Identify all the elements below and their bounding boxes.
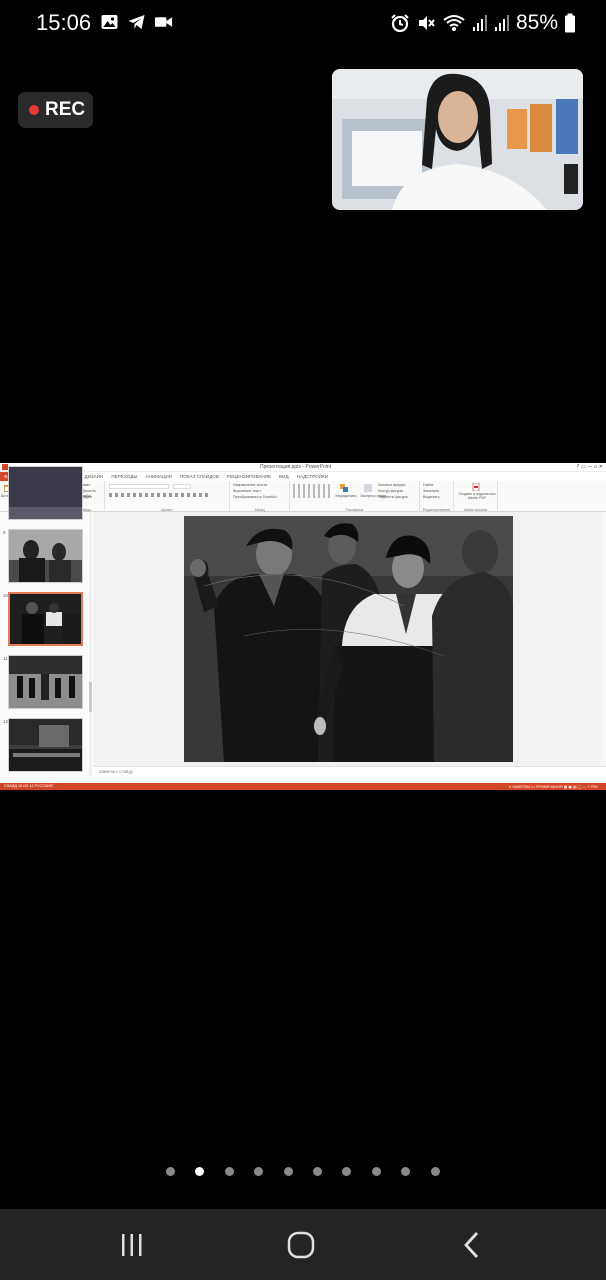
signal-icon [494,15,509,31]
telegram-icon [128,15,145,29]
battery-icon [565,13,575,33]
thumbnail-image [9,467,82,519]
notification-icons [100,13,173,31]
slide-number: 9 [3,530,6,535]
slide-thumbnail[interactable] [8,466,83,520]
video-camera-icon [154,17,173,27]
smartart-button[interactable]: Преобразовать в SmartArt [233,495,277,499]
recording-badge: REC [18,92,93,128]
shared-screen[interactable]: Презентация.pptx - PowerPoint ? ▭ — ▫ ✕ … [0,463,606,790]
powerpoint-titlebar: Презентация.pptx - PowerPoint ? ▭ — ▫ ✕ [0,463,606,472]
shape-effects-button[interactable]: Эффекты фигуры [378,495,408,499]
editor-scrollbar[interactable] [601,512,606,776]
tab-animations[interactable]: АНИМАЦИЯ [141,472,176,481]
ribbon: Вставить Вырезать Копировать Формат по о… [0,481,606,512]
ribbon-tabs: ФАЙЛ ГЛАВНАЯ ВСТАВКА ДИЗАЙН ПЕРЕХОДЫ АНИ… [0,472,606,488]
page-dot[interactable] [313,1167,322,1176]
font-format-buttons[interactable] [109,493,209,497]
alarm-icon [391,14,409,33]
page-dot[interactable] [225,1167,234,1176]
window-controls[interactable]: ? ▭ — ▫ ✕ [577,464,603,470]
back-icon [464,1232,479,1258]
page-dot-active[interactable] [195,1167,204,1176]
slide-photo [184,516,513,762]
thumbnail-image [9,656,82,708]
thumbnail-image [9,719,82,771]
page-dot[interactable] [401,1167,410,1176]
arrange-icon[interactable] [340,484,348,492]
slide-counter: СЛАЙД 10 ИЗ 12 РУССКИЙ [4,784,53,788]
notes-pane[interactable]: Заметки к слайду [93,766,606,776]
page-dot[interactable] [372,1167,381,1176]
powerpoint-statusbar: СЛАЙД 10 ИЗ 12 РУССКИЙ ≡ ЗАМЕТКИ ▭ ПРИМЕ… [0,783,606,790]
recording-label: REC [45,99,86,120]
record-dot-icon [29,105,39,115]
recents-icon [122,1234,142,1256]
acrobat-group: Создать и поделиться Adobe PDF Adobe Acr… [454,481,498,512]
align-text-button[interactable]: Выровнять текст [233,489,261,493]
drawing-group: Упорядочить Экспресс-стили Заливка фигур… [290,481,420,512]
status-right: 85% [390,11,576,35]
page-dot[interactable] [166,1167,175,1176]
page-dot[interactable] [284,1167,293,1176]
paragraph-group: Направление текста Выровнять текст Преоб… [230,481,290,512]
gallery-icon [101,15,118,29]
tab-view[interactable]: ВИД [275,472,292,481]
tab-transitions[interactable]: ПЕРЕХОДЫ [107,472,141,481]
tab-design[interactable]: ДИЗАЙН [80,472,107,481]
home-button[interactable] [281,1229,321,1261]
create-pdf-button[interactable]: Создать и поделиться Adobe PDF [456,492,498,500]
slide-thumbnail-selected[interactable] [8,592,83,646]
replace-button[interactable]: Заменить [423,489,439,493]
tab-slideshow[interactable]: ПОКАЗ СЛАЙДОВ [176,472,223,481]
signal-icon [472,15,487,31]
arrange-button[interactable]: Упорядочить [335,494,356,498]
page-dot[interactable] [254,1167,263,1176]
status-bar: 15:06 85% [0,0,606,46]
wifi-icon [443,15,465,31]
font-size-box[interactable] [173,484,191,489]
scrollbar-thumb[interactable] [89,682,92,712]
camera-feed-image [332,69,583,210]
text-direction-button[interactable]: Направление текста [233,483,267,487]
slide-thumbnail[interactable] [8,529,83,583]
editing-group: Найти Заменить Выделить Редактирование [420,481,454,512]
slide-thumbnail-pane: 9 10 11 12 [0,466,92,776]
shape-fill-button[interactable]: Заливка фигуры [378,483,405,487]
thumbnail-image [10,594,81,644]
window-title: Презентация.pptx - PowerPoint [260,464,332,470]
mute-icon [418,16,435,30]
slide-number: 11 [3,656,8,661]
page-dot[interactable] [342,1167,351,1176]
tab-addins[interactable]: НАДСТРОЙКИ [293,472,332,481]
battery-percentage: 85% [515,11,558,34]
view-and-zoom-controls[interactable]: ≡ ЗАМЕТКИ ▭ ПРИМЕЧАНИЯ ▦ ▣ ▤ ▢ — + 75% [509,784,598,789]
pdf-icon[interactable] [472,483,480,491]
shape-outline-button[interactable]: Контур фигуры [378,489,403,493]
back-button[interactable] [451,1229,491,1261]
shapes-gallery[interactable] [293,484,331,498]
slide-thumbnail[interactable] [8,655,83,709]
page-indicator [0,1166,606,1178]
slide-edit-area[interactable] [93,512,606,776]
thumbnail-scrollbar[interactable] [89,512,92,776]
slide-thumbnail[interactable] [8,718,83,772]
quick-styles-icon[interactable] [364,484,372,492]
status-time: 15:06 [36,10,92,35]
powerpoint-body: 9 10 11 12 Заметки к слайду [0,466,606,776]
navigation-bar [0,1209,606,1280]
tab-review[interactable]: РЕЦЕНЗИРОВАНИЕ [223,472,275,481]
font-group: Шрифт [105,481,230,512]
current-slide[interactable] [184,516,513,762]
notes-placeholder: Заметки к слайду [99,769,133,774]
recents-button[interactable] [112,1229,152,1261]
thumbnail-image [9,530,82,582]
home-icon [287,1231,315,1259]
page-dot[interactable] [431,1167,440,1176]
select-button[interactable]: Выделить [423,495,440,499]
font-name-box[interactable] [109,484,169,489]
self-camera-view[interactable] [332,69,583,210]
find-button[interactable]: Найти [423,483,433,487]
